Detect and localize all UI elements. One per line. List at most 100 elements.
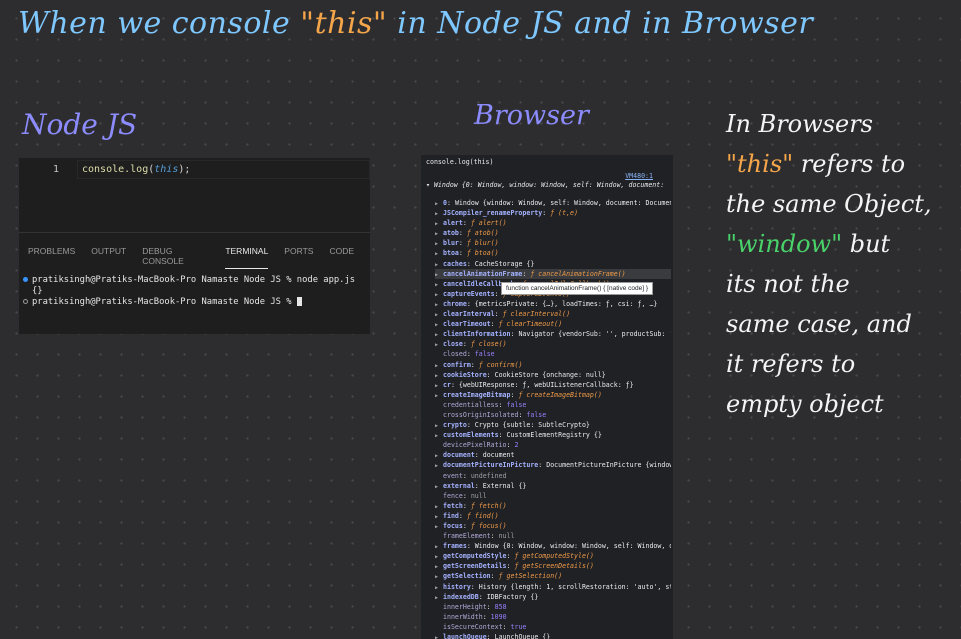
expand-triangle-icon[interactable]: ▶ xyxy=(435,391,443,400)
expand-triangle-icon[interactable]: ▶ xyxy=(435,361,443,370)
title-before: When we console xyxy=(18,6,301,41)
expand-triangle-icon[interactable]: ▶ xyxy=(435,572,443,581)
terminal-panel[interactable]: PROBLEMS OUTPUT DEBUG CONSOLE TERMINAL P… xyxy=(19,232,370,334)
separator: : xyxy=(486,370,495,379)
property-row[interactable]: ▶ document: document xyxy=(435,450,671,460)
expand-triangle-icon[interactable]: ▶ xyxy=(435,431,443,440)
property-row[interactable]: innerWidth: 1090 xyxy=(435,612,671,622)
expand-triangle-icon[interactable]: ▶ xyxy=(435,249,443,258)
property-row[interactable]: crossOriginIsolated: false xyxy=(435,410,671,420)
property-row[interactable]: ▶ btoa: ƒ btoa() xyxy=(435,248,671,258)
browser-console[interactable]: console.log(this) VM480:1 ▾ Window {0: W… xyxy=(421,155,673,639)
expand-triangle-icon[interactable]: ▶ xyxy=(435,320,443,329)
expand-triangle-icon[interactable]: ▶ xyxy=(435,522,443,531)
expand-triangle-icon[interactable]: ▶ xyxy=(435,421,443,430)
property-row[interactable]: ▶ cr: {webUIResponse: ƒ, webUIListenerCal… xyxy=(435,380,671,390)
expand-triangle-icon[interactable]: ▶ xyxy=(435,502,443,511)
property-row[interactable]: ▶ clearTimeout: ƒ clearTimeout() xyxy=(435,319,671,329)
property-row[interactable]: ▶ 0: Window {window: Window, self: Window… xyxy=(435,198,671,208)
property-row[interactable]: ▶ JSCompiler_renameProperty: ƒ (t,e) xyxy=(435,208,671,218)
property-row[interactable]: ▶ find: ƒ find() xyxy=(435,511,671,521)
expand-triangle-icon[interactable]: ▶ xyxy=(435,310,443,319)
expand-triangle-icon[interactable]: ▶ xyxy=(435,270,443,279)
expand-triangle-icon[interactable]: ▶ xyxy=(435,371,443,380)
property-row[interactable]: ▶ external: External {} xyxy=(435,481,671,491)
window-summary[interactable]: ▾ Window {0: Window, window: Window, sel… xyxy=(426,181,666,190)
terminal-line: pratiksingh@Pratiks-MacBook-Pro Namaste … xyxy=(23,275,355,285)
property-row[interactable]: ▶ fetch: ƒ fetch() xyxy=(435,501,671,511)
property-row[interactable]: ▶ confirm: ƒ confirm() xyxy=(435,360,671,370)
property-row[interactable]: ▶ clearInterval: ƒ clearInterval() xyxy=(435,309,671,319)
property-value: ƒ atob() xyxy=(466,229,499,238)
property-row[interactable]: ▶ caches: CacheStorage {} xyxy=(435,259,671,269)
property-value: 1090 xyxy=(490,612,507,621)
expand-triangle-icon[interactable]: ▶ xyxy=(435,593,443,602)
page-title: When we console "this" in Node JS and in… xyxy=(18,6,813,41)
property-row[interactable]: credentialless: false xyxy=(435,400,671,410)
expand-triangle-icon[interactable]: ▶ xyxy=(435,451,443,460)
property-key: innerWidth xyxy=(443,612,483,621)
expand-triangle-icon[interactable]: ▶ xyxy=(435,542,443,551)
expand-triangle-icon[interactable]: ▶ xyxy=(435,562,443,571)
property-key: find xyxy=(443,511,459,520)
tab-debug-console[interactable]: DEBUG CONSOLE xyxy=(142,246,209,269)
expand-triangle-icon[interactable]: ▶ xyxy=(435,260,443,269)
property-row[interactable]: ▶ getScreenDetails: ƒ getScreenDetails() xyxy=(435,561,671,571)
property-row[interactable]: ▶ clientInformation: Navigator {vendorSub… xyxy=(435,329,671,339)
expand-triangle-icon[interactable]: ▶ xyxy=(435,461,443,470)
property-row[interactable]: ▶ customElements: CustomElementRegistry {… xyxy=(435,430,671,440)
expand-triangle-icon[interactable]: ▶ xyxy=(435,552,443,561)
tab-terminal[interactable]: TERMINAL xyxy=(225,246,269,269)
expand-triangle-icon[interactable]: ▶ xyxy=(435,199,443,208)
expand-triangle-icon[interactable]: ▶ xyxy=(435,340,443,349)
property-row[interactable]: ▶ focus: ƒ focus() xyxy=(435,521,671,531)
expand-triangle-icon[interactable]: ▶ xyxy=(435,330,443,339)
code-editor[interactable]: 1 console.log(this); xyxy=(19,158,370,232)
property-row[interactable]: ▶ createImageBitmap: ƒ createImageBitmap(… xyxy=(435,390,671,400)
property-row[interactable]: ▶ alert: ƒ alert() xyxy=(435,218,671,228)
expand-triangle-icon[interactable]: ▶ xyxy=(435,219,443,228)
property-row[interactable]: ▶ history: History {length: 1, scrollRest… xyxy=(435,582,671,592)
expand-triangle-icon[interactable]: ▶ xyxy=(435,381,443,390)
source-link[interactable]: VM480:1 xyxy=(625,172,653,180)
expand-triangle-icon[interactable]: ▶ xyxy=(435,209,443,218)
property-row[interactable]: ▶ getComputedStyle: ƒ getComputedStyle() xyxy=(435,551,671,561)
property-key: caches xyxy=(443,259,467,268)
expand-triangle-icon[interactable]: ▾ xyxy=(426,181,434,189)
expand-triangle-icon[interactable]: ▶ xyxy=(435,583,443,592)
property-row[interactable]: closed: false xyxy=(435,349,671,359)
property-row[interactable]: ▶ blur: ƒ blur() xyxy=(435,238,671,248)
property-row[interactable]: ▶ atob: ƒ atob() xyxy=(435,228,671,238)
expand-triangle-icon[interactable]: ▶ xyxy=(435,512,443,521)
expand-triangle-icon[interactable]: ▶ xyxy=(435,239,443,248)
property-row[interactable]: ▶ close: ƒ close() xyxy=(435,339,671,349)
property-row[interactable]: ▶ crypto: Crypto {subtle: SubtleCrypto} xyxy=(435,420,671,430)
property-row[interactable]: frameElement: null xyxy=(435,531,671,541)
property-row[interactable]: ▶ cancelAnimationFrame: ƒ cancelAnimation… xyxy=(435,268,671,279)
tab-code[interactable]: CODE xyxy=(329,246,354,269)
property-row[interactable]: ▶ chrome: {metricsPrivate: {…}, loadTimes… xyxy=(435,299,671,309)
property-row[interactable]: event: undefined xyxy=(435,471,671,481)
expand-triangle-icon[interactable]: ▶ xyxy=(435,300,443,309)
terminal-prompt[interactable]: pratiksingh@Pratiks-MacBook-Pro Namaste … xyxy=(23,297,302,307)
property-row[interactable]: ▶ frames: Window {0: Window, window: Wind… xyxy=(435,541,671,551)
property-row[interactable]: innerHeight: 858 xyxy=(435,602,671,612)
property-row[interactable]: ▶ launchQueue: LaunchQueue {} xyxy=(435,632,671,639)
property-row[interactable]: ▶ cookieStore: CookieStore {onchange: nul… xyxy=(435,370,671,380)
code-line[interactable]: console.log(this); xyxy=(82,164,190,175)
property-row[interactable]: fence: null xyxy=(435,491,671,501)
tab-ports[interactable]: PORTS xyxy=(284,246,313,269)
expand-triangle-icon[interactable]: ▶ xyxy=(435,290,443,299)
property-row[interactable]: devicePixelRatio: 2 xyxy=(435,440,671,450)
expand-triangle-icon[interactable]: ▶ xyxy=(435,229,443,238)
expand-triangle-icon[interactable]: ▶ xyxy=(435,280,443,289)
property-row[interactable]: ▶ indexedDB: IDBFactory {} xyxy=(435,592,671,602)
property-row[interactable]: ▶ getSelection: ƒ getSelection() xyxy=(435,571,671,581)
property-value: ƒ focus() xyxy=(470,522,507,530)
property-row[interactable]: ▶ documentPictureInPicture: DocumentPictu… xyxy=(435,460,671,470)
tab-output[interactable]: OUTPUT xyxy=(91,246,126,269)
property-row[interactable]: isSecureContext: true xyxy=(435,622,671,632)
tab-problems[interactable]: PROBLEMS xyxy=(28,246,75,269)
expand-triangle-icon[interactable]: ▶ xyxy=(435,482,443,491)
expand-triangle-icon[interactable]: ▶ xyxy=(435,633,443,639)
